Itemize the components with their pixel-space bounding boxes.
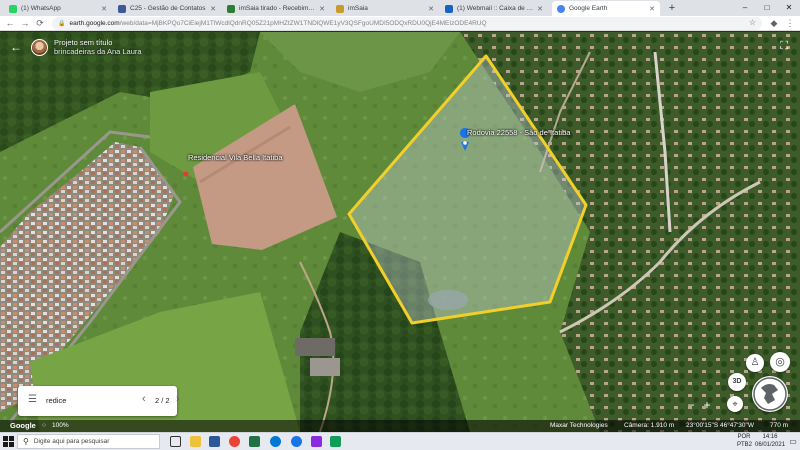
residencial-label[interactable]: Residencial Vila Bella Itatiba: [188, 153, 283, 162]
language-code: POR: [737, 434, 751, 440]
maximize-button[interactable]: □: [758, 1, 776, 15]
address-host: earth.google.com: [69, 20, 120, 27]
location-icon[interactable]: ⌖: [727, 396, 743, 412]
notifications-icon[interactable]: ▭: [788, 433, 798, 450]
close-icon[interactable]: ✕: [428, 5, 434, 13]
google-earth-icon: [557, 4, 565, 13]
browser-toolbar: ← → ⟳ 🔒 earth.google.com /web/data=MjBKP…: [0, 16, 800, 31]
mail-icon: [445, 4, 453, 13]
list-icon[interactable]: ☰: [28, 394, 37, 405]
zoom-percent: 100%: [52, 422, 69, 429]
globe-icon: [753, 377, 787, 411]
search-results-card: ☰ redice ‹ 2 / 2 ›: [18, 386, 180, 416]
tab-label: (1) Webmail :: Caixa de entrada: [457, 5, 534, 12]
close-icon[interactable]: ✕: [537, 5, 543, 13]
placemark-label[interactable]: Rodovia 22558 - São de Itatiba: [467, 128, 570, 137]
file-explorer-icon[interactable]: [190, 436, 201, 447]
pegman-icon[interactable]: ♙: [746, 354, 764, 372]
taskbar-search-placeholder: Digite aqui para pesquisar: [33, 438, 110, 445]
app-icon[interactable]: [330, 436, 341, 447]
close-icon[interactable]: ✕: [319, 5, 325, 13]
back-button[interactable]: ←: [4, 17, 16, 29]
forward-button[interactable]: →: [19, 17, 31, 29]
attribution[interactable]: Maxar Technologies: [550, 420, 608, 432]
coordinates: 23°00'15"S 46°47'30"W: [686, 422, 754, 429]
keyboard-layout: PTB2: [737, 442, 753, 448]
meet-icon[interactable]: [291, 436, 302, 447]
clock-date: 06/01/2021: [755, 442, 786, 448]
close-icon[interactable]: ✕: [649, 5, 655, 13]
edge-icon[interactable]: [270, 436, 281, 447]
3d-toggle-button[interactable]: 3D: [728, 373, 746, 391]
menu-icon[interactable]: ⋮: [784, 17, 796, 29]
site-icon: [118, 4, 126, 13]
site-icon: [336, 4, 344, 13]
residencial-marker-icon[interactable]: [183, 171, 189, 177]
my-location-icon[interactable]: ◎: [770, 352, 790, 372]
chevron-right-icon[interactable]: ›: [176, 393, 180, 405]
address-bar[interactable]: 🔒 earth.google.com /web/data=MjBKPQo7CiE…: [52, 17, 762, 30]
reload-button[interactable]: ⟳: [34, 17, 46, 29]
chevron-left-icon[interactable]: ‹: [142, 393, 146, 405]
result-position: 2 / 2: [155, 396, 170, 405]
chrome-icon[interactable]: [229, 436, 240, 447]
back-arrow-icon[interactable]: ←: [10, 40, 22, 54]
project-subtitle: brincadeiras da Ana Laura: [54, 47, 142, 56]
tab-whatsapp[interactable]: (1) WhatsApp ✕: [4, 1, 112, 16]
tab-gestao-contatos[interactable]: C25 - Gestão de Contatos ✕: [113, 1, 221, 16]
browser-tab-strip: (1) WhatsApp ✕ C25 - Gestão de Contatos …: [0, 0, 800, 16]
compass-icon[interactable]: [752, 376, 788, 412]
whatsapp-icon: [9, 4, 17, 13]
search-icon: ⚲: [23, 437, 29, 446]
tab-label: imSaia: [348, 5, 368, 12]
tab-google-earth[interactable]: Google Earth ✕: [552, 1, 660, 16]
globe-status-icon: ○: [42, 422, 46, 429]
clock[interactable]: 14:16 06/01/2021: [755, 433, 785, 450]
tab-label: C25 - Gestão de Contatos: [130, 5, 206, 12]
language-indicator[interactable]: POR PTB2: [737, 433, 753, 450]
zoom-out-button[interactable]: −: [683, 398, 699, 412]
elevation: 770 m: [770, 422, 789, 429]
zoom-controls: − +: [683, 398, 715, 412]
close-icon[interactable]: ✕: [210, 5, 216, 13]
search-query-text[interactable]: redice: [46, 396, 66, 405]
windows-icon[interactable]: [3, 436, 14, 447]
tab-label: (1) WhatsApp: [21, 5, 61, 12]
excel-icon[interactable]: [249, 436, 260, 447]
tab-label: Google Earth: [569, 5, 608, 12]
lock-icon: 🔒: [58, 21, 66, 27]
satellite-imagery: [0, 32, 800, 432]
fullscreen-icon[interactable]: ⛶: [780, 40, 788, 53]
tab-imsaia[interactable]: imSaia ✕: [331, 1, 439, 16]
project-avatar: [31, 39, 48, 56]
site-icon: [227, 4, 235, 13]
tab-label: imSaia tirado - Recebimento A: [239, 5, 316, 12]
minimize-button[interactable]: –: [736, 1, 754, 15]
tab-imsaia-recebimento[interactable]: imSaia tirado - Recebimento A ✕: [222, 1, 330, 16]
close-window-button[interactable]: ✕: [780, 1, 798, 15]
extension-icon[interactable]: ◆: [768, 17, 780, 29]
project-header: ← Projeto sem título brincadeiras da Ana…: [10, 38, 142, 56]
app-icon[interactable]: [311, 436, 322, 447]
new-tab-button[interactable]: +: [665, 1, 679, 15]
word-icon[interactable]: [209, 436, 220, 447]
close-icon[interactable]: ✕: [101, 5, 107, 13]
project-title: Projeto sem título: [54, 38, 113, 47]
zoom-in-button[interactable]: +: [699, 398, 715, 412]
earth-status-bar: Google ○ 100% Maxar Technologies Câmera:…: [0, 420, 800, 432]
star-icon[interactable]: ☆: [749, 18, 756, 27]
windows-taskbar: ⚲ Digite aqui para pesquisar POR PTB2 14…: [0, 432, 800, 450]
earth-map-view[interactable]: ← Projeto sem título brincadeiras da Ana…: [0, 32, 800, 432]
google-logo: Google: [10, 421, 36, 430]
taskbar-search[interactable]: ⚲ Digite aqui para pesquisar: [17, 434, 160, 449]
tab-webmail[interactable]: (1) Webmail :: Caixa de entrada ✕: [440, 1, 548, 16]
task-view-icon[interactable]: [170, 436, 181, 447]
clock-time: 14:16: [762, 434, 778, 440]
address-path: /web/data=MjBKPQo7CiEiejM1TlWcdlQdnRQ05Z…: [119, 20, 487, 27]
camera-altitude: Câmera: 1.910 m: [624, 422, 675, 429]
